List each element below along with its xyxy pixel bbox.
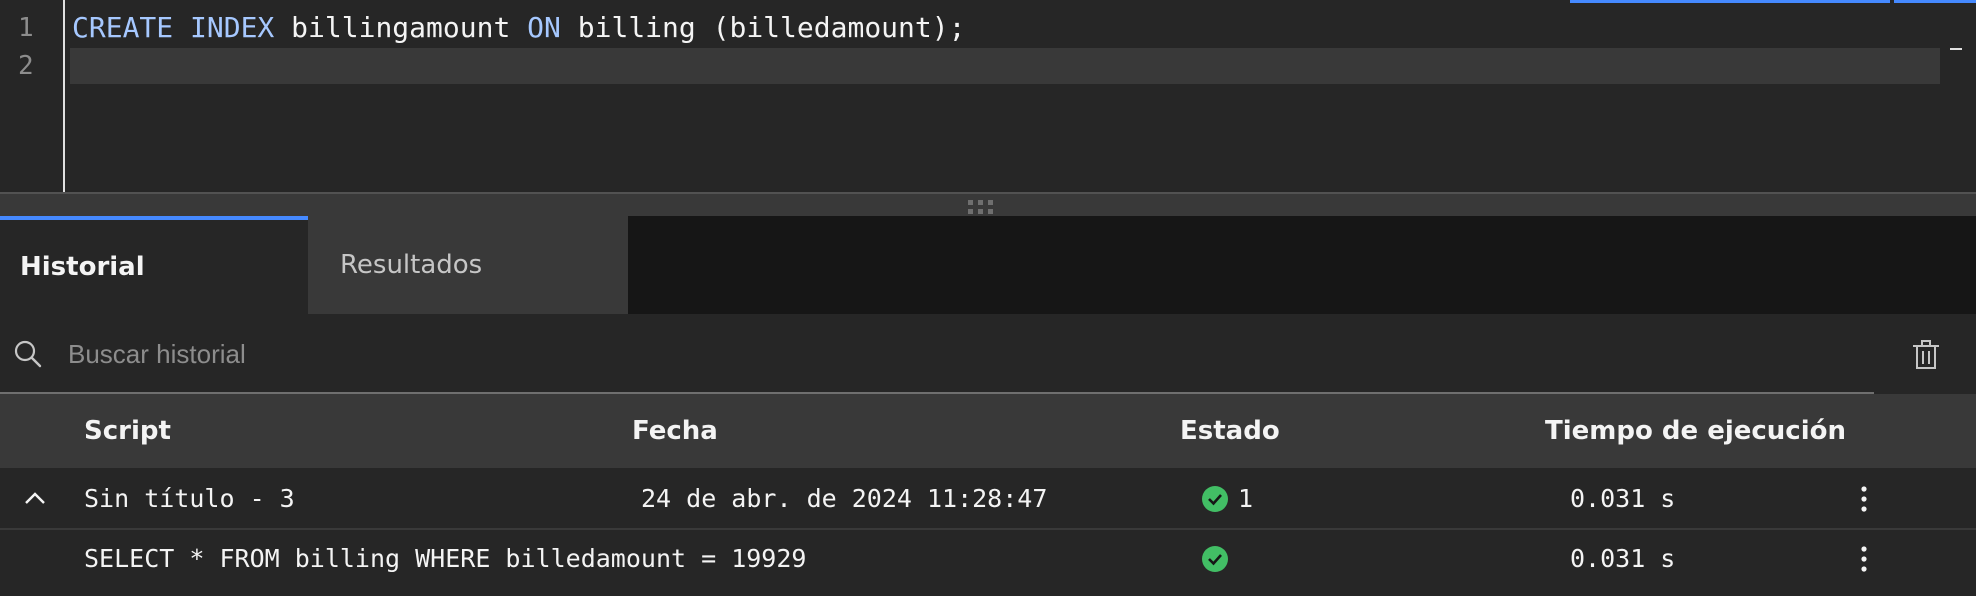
scrollbar-marker [1950,48,1962,50]
code-token-keyword: CREATE INDEX [72,11,275,44]
tab-results[interactable]: Resultados [308,216,628,314]
editor-top-accent [1570,0,1890,3]
column-header-date[interactable]: Fecha [632,394,718,468]
row-exec-time: 0.031 s [1570,544,1676,573]
overflow-menu-icon[interactable] [1850,482,1878,516]
row-script-name: Sin título - 3 [84,484,295,513]
table-row[interactable]: Sin título - 3 24 de abr. de 2024 11:28:… [0,468,1976,530]
panel-resize-handle[interactable] [0,192,1976,216]
code-token: billing (billedamount); [560,11,966,44]
drag-grip-icon [968,200,998,214]
success-check-icon [1202,486,1228,512]
history-table-header: Script Fecha Estado Tiempo de ejecución [0,394,1976,468]
column-header-script[interactable]: Script [84,394,171,468]
code-line[interactable]: CREATE INDEX billingamount ON billing (b… [72,10,965,46]
code-token-keyword: ON [527,11,561,44]
success-check-icon [1202,546,1228,572]
trash-icon[interactable] [1908,336,1944,372]
overflow-menu-icon[interactable] [1850,542,1878,576]
code-token: billingamount [274,11,528,44]
row-script-query: SELECT * FROM billing WHERE billedamount… [84,544,807,573]
result-tabs: Historial Resultados [0,216,1976,314]
current-line-highlight [70,48,1940,84]
editor-top-accent-2 [1894,0,1976,3]
table-row[interactable]: SELECT * FROM billing WHERE billedamount… [0,530,1976,596]
tab-history[interactable]: Historial [0,216,308,314]
line-number-gutter: 1 2 [0,0,65,192]
row-status-count: 1 [1238,484,1254,513]
history-search-bar [0,314,1976,394]
gutter-separator [63,0,65,192]
search-icon [14,340,42,368]
search-history-input[interactable] [56,328,1860,380]
row-date: 24 de abr. de 2024 11:28:47 [641,484,1048,513]
sql-editor[interactable]: 1 2 CREATE INDEX billingamount ON billin… [0,0,1976,192]
column-header-exec-time[interactable]: Tiempo de ejecución [1545,394,1846,468]
line-number: 1 [18,13,34,43]
line-number: 2 [18,51,34,81]
row-exec-time: 0.031 s [1570,484,1676,513]
chevron-up-icon[interactable] [22,486,48,512]
column-header-status[interactable]: Estado [1180,394,1280,468]
